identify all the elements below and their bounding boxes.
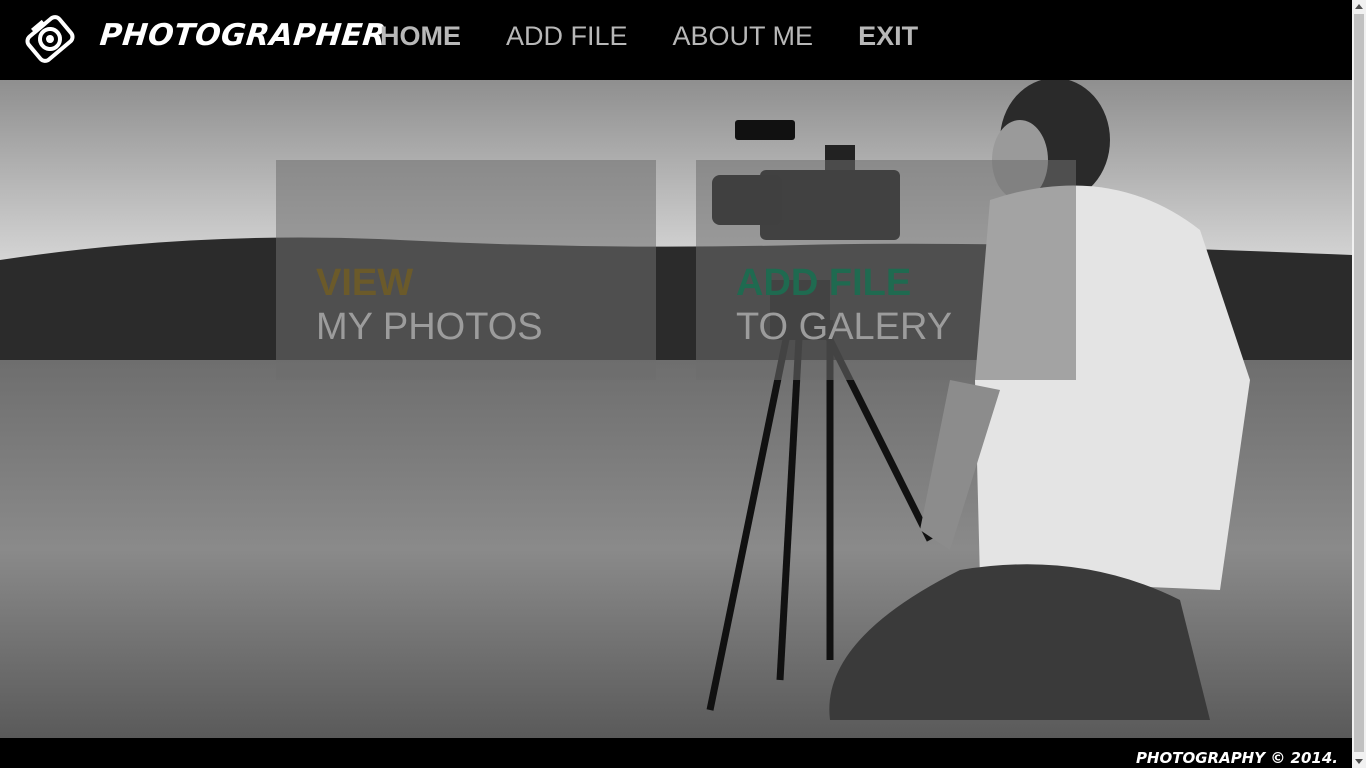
photographer-scene-image (0, 80, 1352, 738)
main-nav: HOME ADD FILE ABOUT ME EXIT (380, 20, 918, 52)
nav-home[interactable]: HOME (380, 20, 461, 52)
view-photos-subheading: MY PHOTOS (316, 306, 543, 348)
scrollbar-thumb[interactable] (1354, 14, 1364, 752)
nav-exit[interactable]: EXIT (858, 20, 918, 52)
brand-name[interactable]: PHOTOGRAPHER (98, 18, 388, 53)
nav-about-me[interactable]: ABOUT ME (673, 20, 814, 52)
add-file-heading: ADD FILE (736, 262, 912, 304)
top-navigation-bar: PHOTOGRAPHER HOME ADD FILE ABOUT ME EXIT (0, 0, 1352, 80)
view-photos-tile[interactable]: VIEW MY PHOTOS (276, 160, 656, 380)
view-photos-heading: VIEW (316, 262, 414, 304)
footer: PHOTOGRAPHY © 2014. (0, 738, 1352, 768)
scroll-down-arrow-icon[interactable] (1355, 759, 1363, 764)
nav-add-file[interactable]: ADD FILE (506, 20, 628, 52)
camera-logo-icon[interactable] (20, 9, 80, 69)
hero-background-photo: VIEW MY PHOTOS ADD FILE TO GALERY (0, 80, 1352, 738)
add-file-subheading: TO GALERY (736, 306, 953, 348)
scroll-up-arrow-icon[interactable] (1355, 4, 1363, 9)
vertical-scrollbar[interactable] (1352, 0, 1366, 768)
add-file-tile[interactable]: ADD FILE TO GALERY (696, 160, 1076, 380)
footer-copyright: PHOTOGRAPHY © 2014. (1135, 749, 1338, 767)
